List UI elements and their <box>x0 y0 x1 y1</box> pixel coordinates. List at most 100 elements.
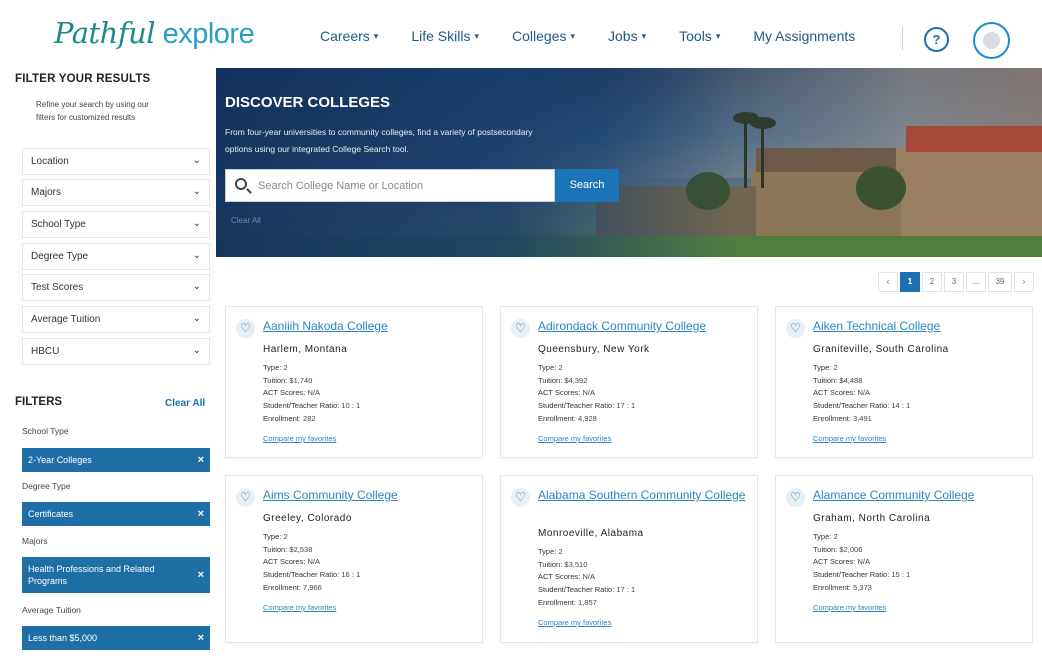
pagination-page[interactable]: 2 <box>922 272 942 292</box>
dropdown-majors[interactable]: Majors ⌄ <box>22 179 210 206</box>
stat-label: Type: <box>538 363 557 372</box>
college-name-link[interactable]: Alabama Southern Community College <box>538 488 748 503</box>
stat-label: Enrollment: <box>263 413 301 423</box>
pagination-prev[interactable]: ‹ <box>878 272 898 292</box>
favorite-heart-icon[interactable]: ♡ <box>511 488 530 507</box>
favorite-heart-icon[interactable]: ♡ <box>786 319 805 338</box>
main-nav: Careers ▾ Life Skills ▾ Colleges ▾ Jobs ▾ To… <box>320 28 888 44</box>
college-card: ♡ Aiken Technical College Graniteville, … <box>775 306 1033 458</box>
hero-clear-link[interactable]: Clear All <box>231 216 261 225</box>
stat-value: 7,966 <box>303 582 322 592</box>
help-icon[interactable]: ? <box>924 27 949 52</box>
chevron-down-icon: ▾ <box>373 31 379 41</box>
dropdown-label: HBCU <box>31 346 60 357</box>
college-card: ♡ Alabama Southern Community College Mon… <box>500 475 758 643</box>
college-location: Queensbury, New York <box>538 344 650 355</box>
stat-value: $3,510 <box>564 559 588 569</box>
filter-chip-average-tuition: Less than $5,000 × <box>22 626 210 650</box>
nav-label: Colleges <box>512 28 567 44</box>
dropdown-label: Average Tuition <box>31 314 101 325</box>
chevron-down-icon: ▾ <box>641 31 647 41</box>
stat-value: 2 <box>833 363 838 372</box>
stat-value: 10 : 1 <box>341 401 361 411</box>
close-icon[interactable]: × <box>198 569 204 581</box>
compare-favorites-link[interactable]: Compare my favorites <box>538 434 611 443</box>
nav-item-careers[interactable]: Careers ▾ <box>320 28 378 44</box>
chevron-down-icon: ⌄ <box>192 345 201 356</box>
college-location: Graniteville, South Carolina <box>813 344 949 355</box>
stat-label: ACT Scores: <box>263 557 306 567</box>
pagination-page[interactable]: 1 <box>900 272 920 292</box>
chip-label: Certificates <box>28 509 74 519</box>
search-icon <box>235 178 247 190</box>
pagination-page[interactable]: 3 <box>944 272 964 292</box>
college-name-link[interactable]: Aims Community College <box>263 488 473 503</box>
favorite-heart-icon[interactable]: ♡ <box>236 488 255 507</box>
compare-favorites-link[interactable]: Compare my favorites <box>813 603 886 612</box>
close-icon[interactable]: × <box>198 454 204 466</box>
favorite-heart-icon[interactable]: ♡ <box>236 319 255 338</box>
dropdown-test-scores[interactable]: Test Scores ⌄ <box>22 274 210 301</box>
stat-value: 2 <box>833 532 838 541</box>
chevron-down-icon: ▾ <box>474 31 479 41</box>
nav-item-life-skills[interactable]: Life Skills ▾ <box>411 28 479 44</box>
chevron-down-icon: ⌄ <box>192 155 201 166</box>
compare-favorites-link[interactable]: Compare my favorites <box>263 434 336 443</box>
college-stats: Type: 2 Tuition: $2,006 ACT Scores: N/A … <box>813 531 910 595</box>
dropdown-label: Location <box>31 156 69 167</box>
dropdown-location[interactable]: Location ⌄ <box>22 148 210 175</box>
close-icon[interactable]: × <box>198 508 204 520</box>
pagination-page[interactable]: 39 <box>988 272 1012 292</box>
compare-favorites-link[interactable]: Compare my favorites <box>263 603 336 612</box>
dropdown-label: Degree Type <box>31 251 89 262</box>
nav-item-my-assignments[interactable]: My Assignments <box>753 28 855 44</box>
pagination-next[interactable]: › <box>1014 272 1034 292</box>
chevron-down-icon: ⌄ <box>192 186 201 197</box>
pagination-ellipsis: ... <box>966 272 986 292</box>
nav-item-colleges[interactable]: Colleges ▾ <box>512 28 575 44</box>
stat-label: Enrollment: <box>813 413 851 423</box>
stat-label: ACT Scores: <box>263 388 306 398</box>
stat-label: Student/Teacher Ratio: <box>263 570 340 580</box>
stat-value: 2 <box>283 363 288 372</box>
stat-label: Student/Teacher Ratio: <box>263 401 340 411</box>
close-icon[interactable]: × <box>198 632 204 644</box>
favorite-heart-icon[interactable]: ♡ <box>511 319 530 338</box>
stat-value: 2 <box>283 532 288 541</box>
stat-value: 16 : 1 <box>341 570 361 580</box>
clear-all-filters-link[interactable]: Clear All <box>165 398 205 409</box>
dropdown-degree-type[interactable]: Degree Type ⌄ <box>22 243 210 270</box>
stat-value: 4,928 <box>578 413 597 423</box>
college-search-input[interactable]: Search College Name or Location <box>225 169 555 202</box>
nav-item-jobs[interactable]: Jobs ▾ <box>608 28 646 44</box>
stat-label: Type: <box>813 363 832 372</box>
stat-value: 17 : 1 <box>616 585 636 595</box>
chevron-down-icon: ⌄ <box>192 250 201 261</box>
dropdown-hbcu[interactable]: HBCU ⌄ <box>22 338 210 365</box>
college-name-link[interactable]: Adirondack Community College <box>538 319 748 334</box>
favorite-heart-icon[interactable]: ♡ <box>786 488 805 507</box>
compare-favorites-link[interactable]: Compare my favorites <box>538 618 611 627</box>
search-button[interactable]: Search <box>555 169 619 202</box>
applied-filter-label: Degree Type <box>22 481 71 491</box>
dropdown-school-type[interactable]: School Type ⌄ <box>22 211 210 238</box>
stat-label: Student/Teacher Ratio: <box>538 401 615 411</box>
college-name-link[interactable]: Aaniiih Nakoda College <box>263 319 473 334</box>
pathful-explore-logo[interactable]: Pathful explore <box>54 16 255 51</box>
nav-item-tools[interactable]: Tools ▾ <box>679 28 720 44</box>
college-stats: Type: 2 Tuition: $1,740 ACT Scores: N/A … <box>263 362 360 426</box>
college-name-link[interactable]: Alamance Community College <box>813 488 1023 503</box>
stat-label: Tuition: <box>263 544 288 554</box>
stat-value: $4,488 <box>839 375 863 385</box>
filter-chip-majors: Health Professions and Related Programs × <box>22 557 210 593</box>
stat-label: ACT Scores: <box>538 572 581 582</box>
college-name-link[interactable]: Aiken Technical College <box>813 319 1023 334</box>
chevron-down-icon: ▾ <box>570 31 576 41</box>
compare-favorites-link[interactable]: Compare my favorites <box>813 434 886 443</box>
stat-label: Enrollment: <box>538 413 576 423</box>
stat-value: $4,392 <box>564 375 588 385</box>
dropdown-label: School Type <box>31 219 86 230</box>
dropdown-average-tuition[interactable]: Average Tuition ⌄ <box>22 306 210 333</box>
avatar[interactable] <box>973 22 1010 59</box>
college-card: ♡ Aims Community College Greeley, Colora… <box>225 475 483 643</box>
